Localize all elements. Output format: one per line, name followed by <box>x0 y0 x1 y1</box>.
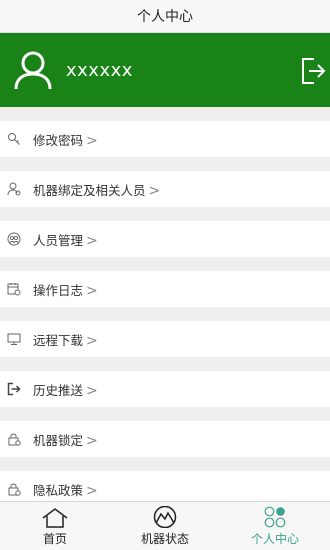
menu-item-label: 操作日志 <box>33 282 84 298</box>
key-icon <box>8 133 20 145</box>
menu-list: 修改密码 > 机器绑定及相关人员 > 人员管理 > 操作日志 > 远程下载 > … <box>0 107 330 507</box>
tab-home[interactable]: 首页 <box>0 502 110 550</box>
menu-item-label: 机器绑定及相关人员 <box>33 182 146 198</box>
dots-grid-icon <box>264 506 286 528</box>
monitor-icon <box>7 333 21 345</box>
chevron-right-icon: > <box>86 482 98 499</box>
menu-item-change-password[interactable]: 修改密码 > <box>0 121 330 157</box>
menu-item-label: 远程下载 <box>33 332 84 348</box>
user-settings-icon <box>7 182 21 196</box>
menu-item-label: 人员管理 <box>33 232 84 248</box>
tab-personal-center[interactable]: 个人中心 <box>220 502 330 550</box>
username: xxxxxx <box>66 60 133 81</box>
bottom-tab-bar: 首页 机器状态 个人中心 <box>0 501 330 550</box>
tab-machine-status[interactable]: 机器状态 <box>110 502 220 550</box>
menu-item-history-push[interactable]: 历史推送 > <box>0 371 330 407</box>
menu-item-label: 历史推送 <box>33 382 84 398</box>
privacy-lock-icon <box>8 483 21 496</box>
chevron-right-icon: > <box>86 282 98 299</box>
menu-item-machine-binding[interactable]: 机器绑定及相关人员 > <box>0 171 330 207</box>
tab-label: 机器状态 <box>140 532 189 546</box>
home-icon <box>42 508 68 528</box>
tab-label: 首页 <box>42 532 67 546</box>
chevron-right-icon: > <box>148 182 161 199</box>
chevron-right-icon: > <box>86 132 98 149</box>
user-icon <box>14 51 52 90</box>
chevron-right-icon: > <box>86 332 98 349</box>
people-icon <box>7 232 21 246</box>
chevron-right-icon: > <box>86 432 98 449</box>
menu-item-label: 修改密码 <box>33 132 84 148</box>
menu-item-remote-download[interactable]: 远程下载 > <box>0 321 330 357</box>
logout-icon[interactable] <box>300 57 326 85</box>
tab-label: 个人中心 <box>250 532 299 546</box>
menu-item-staff-management[interactable]: 人员管理 > <box>0 221 330 257</box>
exit-arrow-icon <box>7 382 21 396</box>
page-title: 个人中心 <box>137 9 193 25</box>
menu-item-machine-lock[interactable]: 机器锁定 > <box>0 421 330 457</box>
calendar-log-icon <box>7 283 21 296</box>
menu-item-label: 隐私政策 <box>33 482 84 498</box>
menu-item-operation-log[interactable]: 操作日志 > <box>0 271 330 307</box>
top-title-bar: 个人中心 <box>0 0 330 33</box>
mountain-status-icon <box>153 506 177 528</box>
menu-item-label: 机器锁定 <box>33 432 84 448</box>
chevron-right-icon: > <box>86 382 98 399</box>
profile-banner: xxxxxx <box>0 33 330 107</box>
lock-icon <box>8 433 21 446</box>
chevron-right-icon: > <box>86 232 98 249</box>
